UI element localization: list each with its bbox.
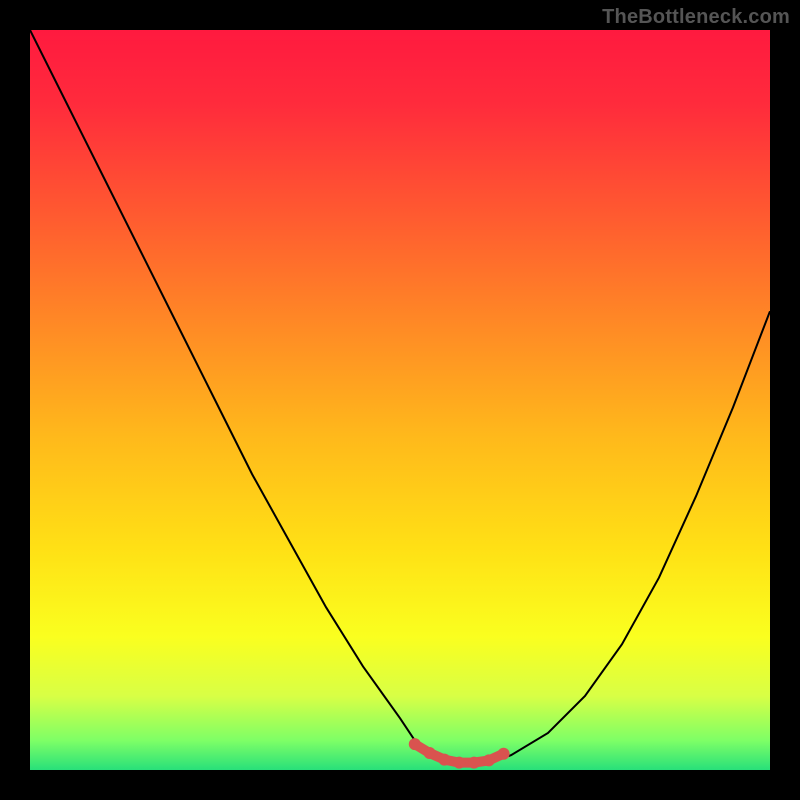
highlight-dot — [409, 738, 421, 750]
highlight-dot — [483, 754, 495, 766]
highlight-dot — [424, 747, 436, 759]
plot-area — [30, 30, 770, 770]
gradient-background — [30, 30, 770, 770]
highlight-dot — [453, 757, 465, 769]
watermark-text: TheBottleneck.com — [602, 6, 790, 29]
chart-frame: TheBottleneck.com — [0, 0, 800, 800]
chart-svg — [30, 30, 770, 770]
highlight-dot — [468, 757, 480, 769]
highlight-dot — [438, 754, 450, 766]
highlight-dot — [498, 748, 510, 760]
